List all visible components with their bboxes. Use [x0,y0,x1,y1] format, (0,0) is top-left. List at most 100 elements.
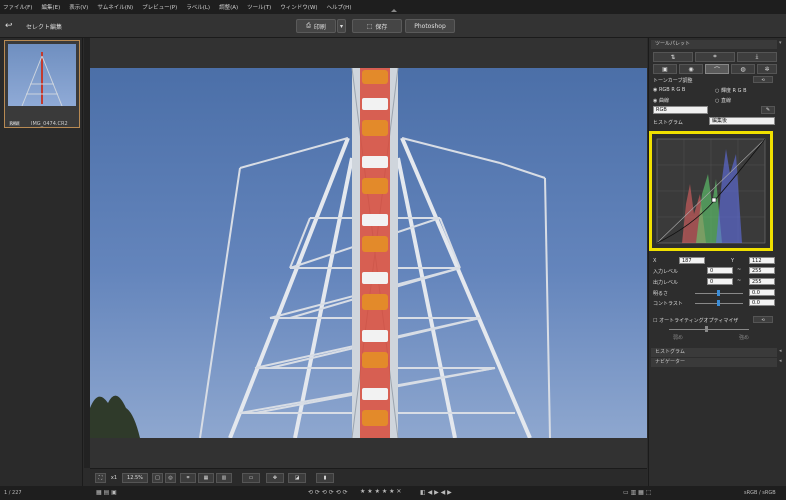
chevron-down-icon[interactable]: ▾ [779,40,782,46]
layers-icon: ◪ [294,475,300,481]
alo-slider[interactable] [669,329,749,330]
color-icon: ◍ [740,65,746,73]
menu-edit[interactable]: 編集(E) [41,3,60,11]
tab-tone-curve[interactable]: ⌒ [705,64,729,74]
main-toolbar: ↩ セレクト編集 ⎙ 印刷 ▾ ⬚ 保存 Photoshop [0,14,786,38]
menu-adjust[interactable]: 調整(A) [219,3,238,11]
view-mode-icons[interactable]: ▭ ▥ ▦ ⬚ [623,489,651,496]
undo-arrow-icon[interactable]: ↩ [5,21,13,31]
export-icon: ⤓ [755,53,759,60]
zoom-value: 12.5% [127,475,143,481]
radio-luminance-mode[interactable]: ○ 輝度 R G B [715,87,747,94]
print-button[interactable]: ⎙ 印刷 [296,19,336,33]
rotate-icons[interactable]: ⟲ ⟳ ⟲ ⟳ ⟲ ⟳ [308,489,348,496]
zoom-1x-button[interactable]: x1 [108,473,120,483]
alo-checkbox[interactable]: ☐ オートライティングオプティマイザ [653,317,738,324]
tab-basic[interactable]: ⇅ [653,52,693,62]
histogram-section-label: ヒストグラム [655,349,685,355]
channel-select[interactable]: RGB [653,106,708,114]
photoshop-label: Photoshop [414,22,446,30]
crop-icon: ⌗ [713,53,717,60]
tone-curve-graph[interactable] [649,131,773,251]
menu-tools[interactable]: ツール(T) [247,3,271,11]
input-level-label: 入力レベル [653,269,679,275]
brightness-field[interactable]: 0.0 [749,289,775,296]
alo-slider-knob[interactable] [705,326,708,332]
luminance-mode-label: 輝度 R G B [720,88,747,94]
fit-screen-button[interactable]: ⛶ [95,473,106,483]
focus-point-button[interactable]: ◎ [165,473,176,483]
tilde: ~ [737,267,742,273]
zoom-select[interactable]: 12.5% [122,473,148,483]
printer-icon: ⎙ [306,22,311,29]
stamp-button[interactable]: ✥ [266,473,284,483]
tab-crop[interactable]: ⌗ [695,52,735,62]
tab-color[interactable]: ◍ [731,64,755,74]
radio-curve[interactable]: ◉ 曲線 [653,97,669,104]
output-high-field[interactable]: 255 [749,278,775,285]
collapse-toolbar-icon[interactable] [391,9,397,12]
brightness-slider-knob[interactable] [717,290,720,296]
layout-grid-icon[interactable]: ▦ ▤ ▣ [96,489,117,496]
reset-tone-curve-button[interactable]: ⟲ [753,76,773,83]
color-space: sRGB / sRGB [744,490,776,496]
rgb-mode-label: RGB R G B [658,87,686,93]
tab-raw[interactable]: ▣ [653,64,677,74]
menu-thumbnail[interactable]: サムネイル(N) [97,3,133,11]
y-field[interactable]: 112 [749,257,775,264]
histogram-section-header[interactable]: ヒストグラム [651,348,777,357]
tab-export[interactable]: ⤓ [737,52,777,62]
checkmark-tool-button[interactable]: □ [152,473,163,483]
contrast-field[interactable]: 0.0 [749,299,775,306]
linear-label: 直線 [720,98,731,104]
menu-view[interactable]: 表示(V) [69,3,88,11]
info-button[interactable]: ▮ [316,473,334,483]
tone-curve-title: トーンカーブ調整 [653,78,693,84]
navigator-section-header[interactable]: ナビゲーター [651,358,777,367]
contrast-slider-knob[interactable] [717,300,720,306]
curve-label: 曲線 [658,98,669,104]
input-low-field[interactable]: 0 [707,267,733,274]
afterimage-button[interactable]: ◪ [288,473,306,483]
menu-preview[interactable]: プレビュー(P) [142,3,177,11]
chevron-left-icon[interactable]: ◂ [779,358,782,364]
crop-button[interactable]: ⌗ [180,473,196,483]
menu-help[interactable]: ヘルプ(H) [327,3,352,11]
alo-low-label: 弱め [673,335,684,341]
contrast-label: コントラスト [653,301,683,307]
rating-stars[interactable]: ★ ★ ★ ★ ★ ✕ [360,488,401,495]
check-icon: □ [155,475,160,481]
radio-linear[interactable]: ○ 直線 [715,97,731,104]
thumbnail[interactable]: RAW IMG_0474.CR2 [4,40,80,128]
menu-bar: ファイル(F) 編集(E) 表示(V) サムネイル(N) プレビュー(P) ラベ… [0,0,786,14]
output-low-field[interactable]: 0 [707,278,733,285]
x-field[interactable]: 187 [679,257,705,264]
radio-rgb-mode[interactable]: ◉ RGB R G B [653,87,685,93]
stamp-icon: ✥ [272,475,278,481]
photoshop-button[interactable]: Photoshop [405,19,455,33]
tilde: ~ [737,278,742,284]
compare-button[interactable]: ▥ [216,473,232,483]
menu-label[interactable]: ラベル(L) [186,3,210,11]
save-icon: ⬚ [366,22,373,30]
histogram-mode-select[interactable]: 編集後 [709,117,775,125]
image-viewer[interactable] [90,38,647,468]
input-high-field[interactable]: 255 [749,267,775,274]
save-button[interactable]: ⬚ 保存 [352,19,402,33]
y-label: Y [731,258,735,264]
reset-alo-button[interactable]: ⟲ [753,316,773,323]
display-mode-button[interactable]: ▭ [242,473,260,483]
navigation-icons[interactable]: ◧ ◀ ▶ ◀ ▶ [420,489,452,496]
tab-lens[interactable]: ◉ [679,64,703,74]
eyedropper-button[interactable]: ✎ [761,106,775,114]
menu-window[interactable]: ウィンドウ(W) [280,3,317,11]
lens-icon: ◉ [688,65,694,73]
print-dropdown-button[interactable]: ▾ [337,19,346,33]
tab-settings[interactable]: ✲ [757,64,777,74]
grid-button[interactable]: ▦ [198,473,214,483]
compare-icon: ▥ [221,475,227,481]
chevron-left-icon[interactable]: ◂ [779,348,782,354]
menu-file[interactable]: ファイル(F) [3,3,32,11]
curve-icon: ⌒ [713,66,720,74]
settings-sliders-icon: ⇅ [670,53,676,61]
